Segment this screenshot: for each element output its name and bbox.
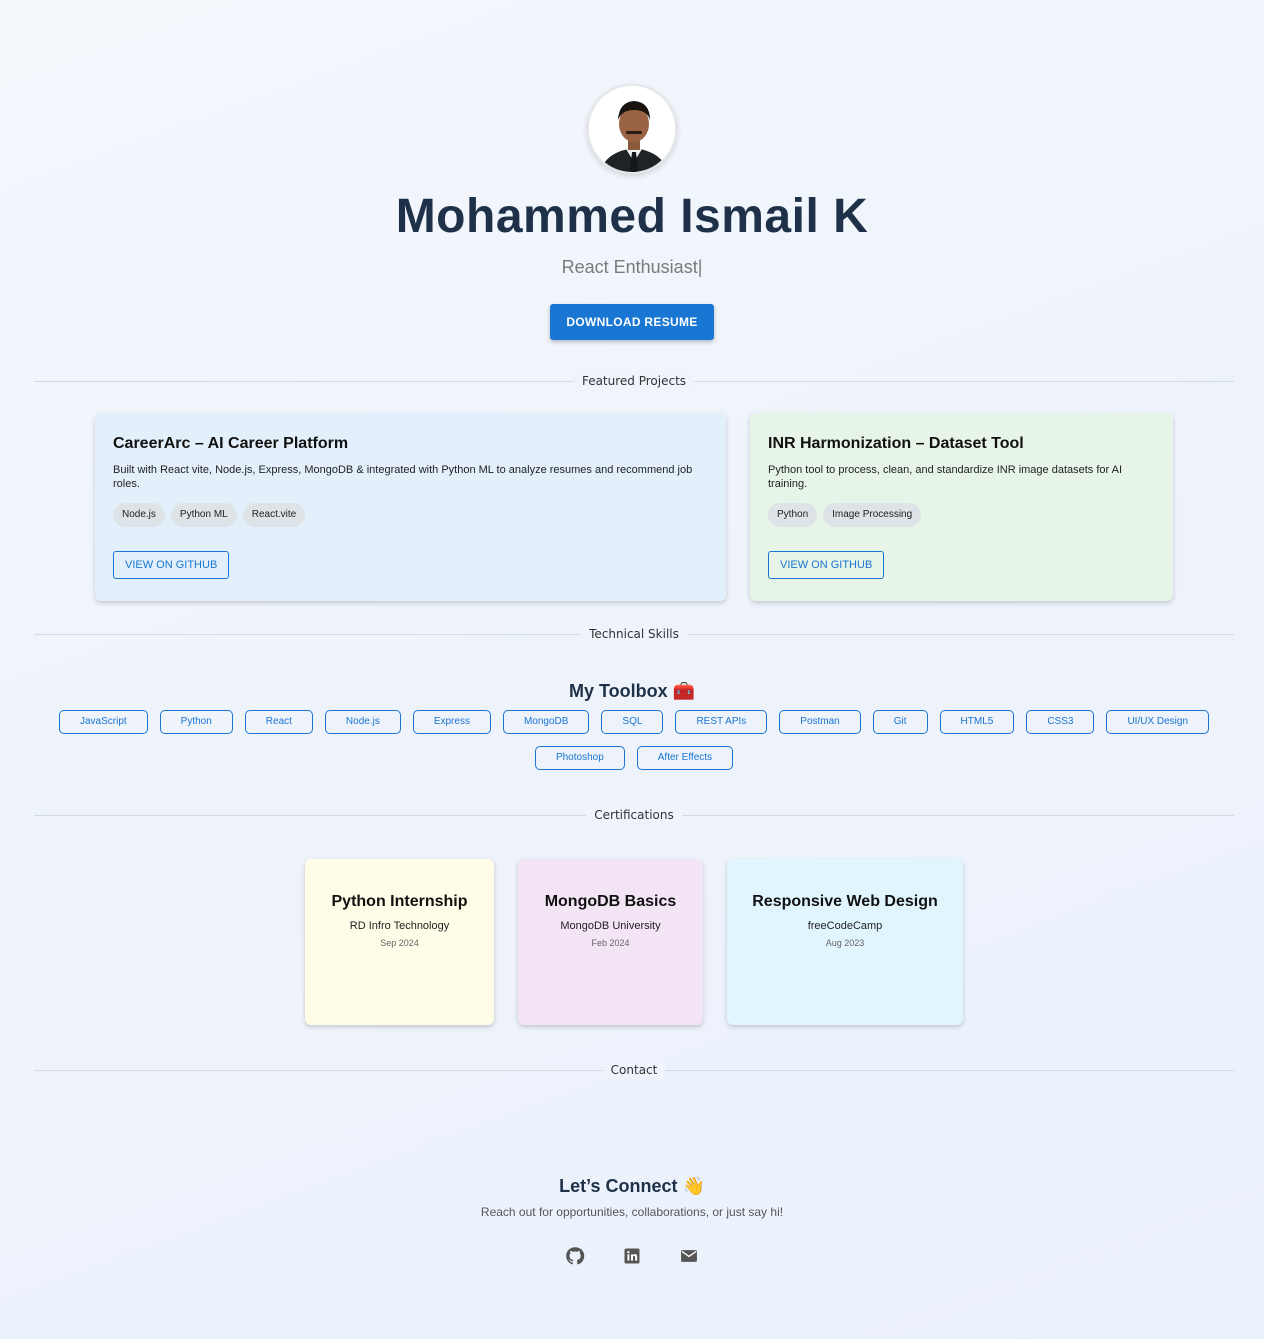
connect-title: Let’s Connect 👋 [559, 1176, 705, 1196]
section-title: Certifications [586, 808, 682, 822]
project-description: Built with React vite, Node.js, Express,… [113, 464, 693, 490]
tag-chip: Python [768, 503, 818, 527]
section-title: Featured Projects [573, 374, 695, 388]
profile-name: Mohammed Ismail K [395, 190, 869, 243]
certification-date: Feb 2024 [591, 938, 630, 948]
project-tags: Python Image Processing [768, 503, 1155, 527]
skill-chip[interactable]: MongoDB [502, 710, 590, 734]
skill-chip[interactable]: Python [159, 710, 233, 734]
certification-date: Sep 2024 [380, 938, 419, 948]
view-on-github-button[interactable]: VIEW ON GITHUB [113, 551, 230, 579]
tag-chip: Python ML [170, 503, 237, 527]
skill-chip[interactable]: REST APIs [675, 710, 768, 734]
certification-title: MongoDB Basics [544, 893, 677, 910]
github-icon[interactable] [565, 1246, 585, 1266]
section-title: Technical Skills [581, 627, 687, 641]
certification-issuer: MongoDB University [560, 920, 661, 932]
skill-chip[interactable]: Git [872, 710, 928, 734]
certification-card: Python Internship RD Infro Technology Se… [305, 859, 494, 1025]
skill-chip[interactable]: Postman [779, 710, 861, 734]
section-divider-contact: Contact [34, 1063, 1234, 1077]
project-title: CareerArc – AI Career Platform [113, 435, 349, 452]
skill-chip[interactable]: SQL [601, 710, 664, 734]
certification-date: Aug 2023 [825, 938, 865, 948]
tag-chip: React.vite [242, 503, 306, 527]
skill-chip[interactable]: Node.js [324, 710, 401, 734]
social-links [0, 1246, 1264, 1266]
skill-chip[interactable]: After Effects [636, 746, 734, 770]
linkedin-icon[interactable] [622, 1246, 642, 1266]
view-on-github-button[interactable]: VIEW ON GITHUB [768, 551, 885, 579]
skill-chip[interactable]: JavaScript [58, 710, 148, 734]
skills-list: JavaScript Python React Node.js Express … [34, 710, 1234, 770]
certification-card: MongoDB Basics MongoDB University Feb 20… [518, 859, 703, 1025]
project-description: Python tool to process, clean, and stand… [768, 464, 1123, 490]
certification-card: Responsive Web Design freeCodeCamp Aug 2… [727, 859, 963, 1025]
project-title: INR Harmonization – Dataset Tool [768, 435, 1024, 452]
certification-title: Responsive Web Design [752, 893, 938, 910]
tag-chip: Image Processing [823, 503, 922, 527]
avatar [587, 84, 677, 174]
skill-chip[interactable]: React [244, 710, 313, 734]
project-card: INR Harmonization – Dataset Tool Python … [750, 413, 1173, 601]
section-divider-skills: Technical Skills [34, 627, 1234, 641]
skill-chip[interactable]: Express [412, 710, 491, 734]
project-card: CareerArc – AI Career Platform Built wit… [95, 413, 726, 601]
section-divider-certifications: Certifications [34, 808, 1234, 822]
toolbox-title: My Toolbox 🧰 [568, 681, 696, 701]
certification-title: Python Internship [331, 893, 468, 910]
tag-chip: Node.js [113, 503, 165, 527]
project-tags: Node.js Python ML React.vite [113, 503, 708, 527]
certification-issuer: RD Infro Technology [349, 920, 450, 932]
profile-tagline: React Enthusiast| [561, 257, 703, 277]
mail-icon[interactable] [679, 1246, 699, 1266]
skill-chip[interactable]: UI/UX Design [1106, 710, 1210, 734]
certification-issuer: freeCodeCamp [807, 920, 883, 932]
connect-section: Let’s Connect 👋 Reach out for opportunit… [0, 1176, 1264, 1266]
hero-section: Mohammed Ismail K React Enthusiast| DOWN… [0, 84, 1264, 340]
skill-chip[interactable]: HTML5 [939, 710, 1015, 734]
skill-chip[interactable]: CSS3 [1026, 710, 1095, 734]
download-resume-button[interactable]: DOWNLOAD RESUME [550, 304, 714, 340]
section-divider-projects: Featured Projects [34, 374, 1234, 388]
skill-chip[interactable]: Photoshop [534, 746, 625, 770]
section-title: Contact [602, 1063, 666, 1077]
connect-subtitle: Reach out for opportunities, collaborati… [480, 1205, 784, 1219]
